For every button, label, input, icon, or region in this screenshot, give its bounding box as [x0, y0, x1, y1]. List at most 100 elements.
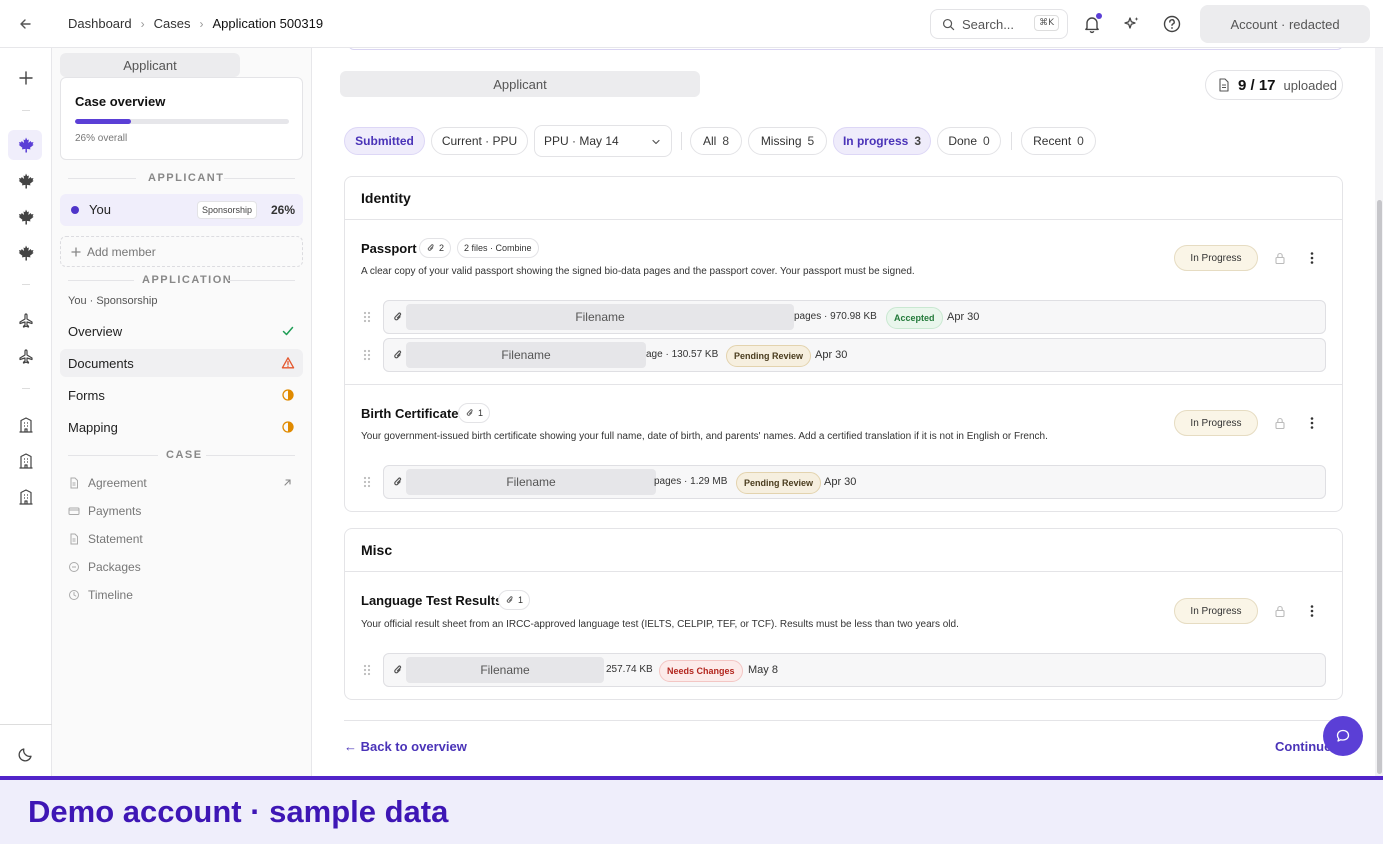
half-circle-icon: [281, 420, 295, 434]
attachment-count-badge: 2: [419, 238, 452, 258]
file-date: Apr 30: [824, 476, 857, 488]
drag-handle-icon[interactable]: [362, 348, 372, 362]
document-status-badge[interactable]: In Progress: [1174, 245, 1258, 271]
moon-icon[interactable]: [17, 745, 35, 763]
section-card-identity: Identity Passport 2 2 files · Combine A …: [344, 176, 1343, 512]
top-bar: Dashboard › Cases › Application 500319 S…: [0, 0, 1383, 48]
search-placeholder: Search...: [962, 16, 1015, 32]
lock-icon[interactable]: [1273, 251, 1287, 265]
document-description: Your government-issued birth certificate…: [361, 431, 1048, 442]
maple-leaf-icon[interactable]: [17, 244, 35, 262]
search-input[interactable]: Search... ⌘K: [930, 9, 1068, 39]
more-options-icon[interactable]: [1305, 251, 1319, 265]
filter-submitted[interactable]: Submitted: [344, 127, 425, 155]
paperclip-icon: [392, 664, 404, 676]
tab-count: 5: [807, 134, 815, 148]
case-item-payments[interactable]: Payments: [60, 500, 303, 522]
search-shortcut: ⌘K: [1034, 15, 1059, 31]
demo-banner-text: Demo account · sample data: [28, 794, 449, 829]
tab-recent[interactable]: Recent 0: [1021, 127, 1096, 155]
member-percent: 26%: [270, 203, 295, 217]
document-divider: [345, 384, 1342, 385]
breadcrumb-dashboard[interactable]: Dashboard: [68, 16, 132, 31]
drag-handle-icon[interactable]: [362, 475, 372, 489]
case-overview-card[interactable]: Case overview 26% overall: [60, 77, 303, 160]
maple-leaf-icon[interactable]: [17, 208, 35, 226]
back-arrow-icon[interactable]: [14, 14, 38, 34]
tab-in-progress[interactable]: In progress 3: [833, 127, 931, 155]
applicant-tab[interactable]: Applicant: [340, 71, 700, 97]
document-title: Passport: [361, 241, 417, 256]
case-item-packages[interactable]: Packages: [60, 556, 303, 578]
case-item-label: Statement: [88, 532, 143, 546]
add-member-button[interactable]: Add member: [60, 236, 303, 267]
nav-overview[interactable]: Overview: [60, 317, 303, 345]
section-divider: [68, 455, 158, 456]
document-status-badge[interactable]: In Progress: [1174, 598, 1258, 624]
case-item-statement[interactable]: Statement: [60, 528, 303, 550]
nav-mapping[interactable]: Mapping: [60, 413, 303, 441]
case-progress-label: 26% overall: [75, 133, 128, 144]
breadcrumb-current: Application 500319: [212, 16, 324, 31]
case-item-timeline[interactable]: Timeline: [60, 584, 303, 606]
tab-done[interactable]: Done 0: [937, 127, 1001, 155]
airplane-icon[interactable]: [17, 312, 35, 330]
filter-current-ppu[interactable]: Current · PPU: [431, 127, 528, 155]
ppu-select[interactable]: PPU · May 14: [534, 125, 672, 157]
case-item-label: Timeline: [88, 588, 133, 602]
scrollbar-thumb[interactable]: [1377, 200, 1382, 774]
attachment-count: 1: [478, 408, 484, 418]
case-item-label: Packages: [88, 560, 141, 574]
member-row-you[interactable]: You Sponsorship 26%: [60, 194, 303, 226]
nav-forms[interactable]: Forms: [60, 381, 303, 409]
drag-handle-icon[interactable]: [362, 310, 372, 324]
sparkle-icon[interactable]: [1122, 14, 1142, 34]
airplane-icon[interactable]: [17, 348, 35, 366]
tab-all[interactable]: All 8: [690, 127, 742, 155]
help-icon[interactable]: [1162, 14, 1182, 34]
lock-icon[interactable]: [1273, 604, 1287, 618]
chat-icon[interactable]: [1323, 716, 1363, 756]
rail-divider: [22, 388, 30, 389]
building-icon[interactable]: [17, 452, 35, 470]
plus-icon[interactable]: [17, 69, 35, 87]
more-options-icon[interactable]: [1305, 604, 1319, 618]
tab-missing[interactable]: Missing 5: [748, 127, 827, 155]
nav-documents[interactable]: Documents: [60, 349, 303, 377]
file-icon: [68, 533, 80, 545]
case-overview-title: Case overview: [75, 94, 166, 109]
building-icon[interactable]: [17, 488, 35, 506]
document-description: A clear copy of your valid passport show…: [361, 266, 915, 277]
clock-icon: [68, 589, 80, 601]
breadcrumb-cases[interactable]: Cases: [154, 16, 191, 31]
section-divider: [228, 280, 295, 281]
section-title: Misc: [345, 529, 1342, 572]
file-meta: pages · 1.29 MB: [654, 476, 728, 487]
more-options-icon[interactable]: [1305, 416, 1319, 430]
file-name: Filename: [406, 342, 646, 368]
file-row[interactable]: Filename age · 130.57 KB Pending Review …: [383, 338, 1326, 372]
maple-leaf-icon[interactable]: [17, 136, 35, 154]
maple-leaf-icon[interactable]: [17, 172, 35, 190]
paperclip-icon: [506, 596, 513, 603]
ppu-select-value: PPU · May 14: [544, 134, 619, 148]
attachment-count: 2: [439, 243, 445, 253]
attachment-count-badge: 1: [458, 403, 491, 423]
back-to-overview-link[interactable]: ← Back to overview: [344, 739, 467, 754]
file-row[interactable]: Filename 257.74 KB Needs Changes May 8: [383, 653, 1326, 687]
combine-files-badge[interactable]: 2 files · Combine: [457, 238, 539, 258]
file-row[interactable]: Filename pages · 1.29 MB Pending Review …: [383, 465, 1326, 499]
icon-rail: [0, 48, 52, 776]
drag-handle-icon[interactable]: [362, 663, 372, 677]
file-row[interactable]: Filename pages · 970.98 KB Accepted Apr …: [383, 300, 1326, 334]
document-status-badge[interactable]: In Progress: [1174, 410, 1258, 436]
case-item-agreement[interactable]: Agreement: [60, 472, 303, 494]
applicant-tab[interactable]: Applicant: [60, 53, 240, 77]
member-status-dot: [71, 206, 79, 214]
building-icon[interactable]: [17, 416, 35, 434]
account-button[interactable]: Account · redacted: [1200, 5, 1370, 43]
file-date: May 8: [748, 664, 778, 676]
file-status-badge: Needs Changes: [659, 660, 743, 682]
lock-icon[interactable]: [1273, 416, 1287, 430]
nav-label: Overview: [68, 323, 123, 339]
